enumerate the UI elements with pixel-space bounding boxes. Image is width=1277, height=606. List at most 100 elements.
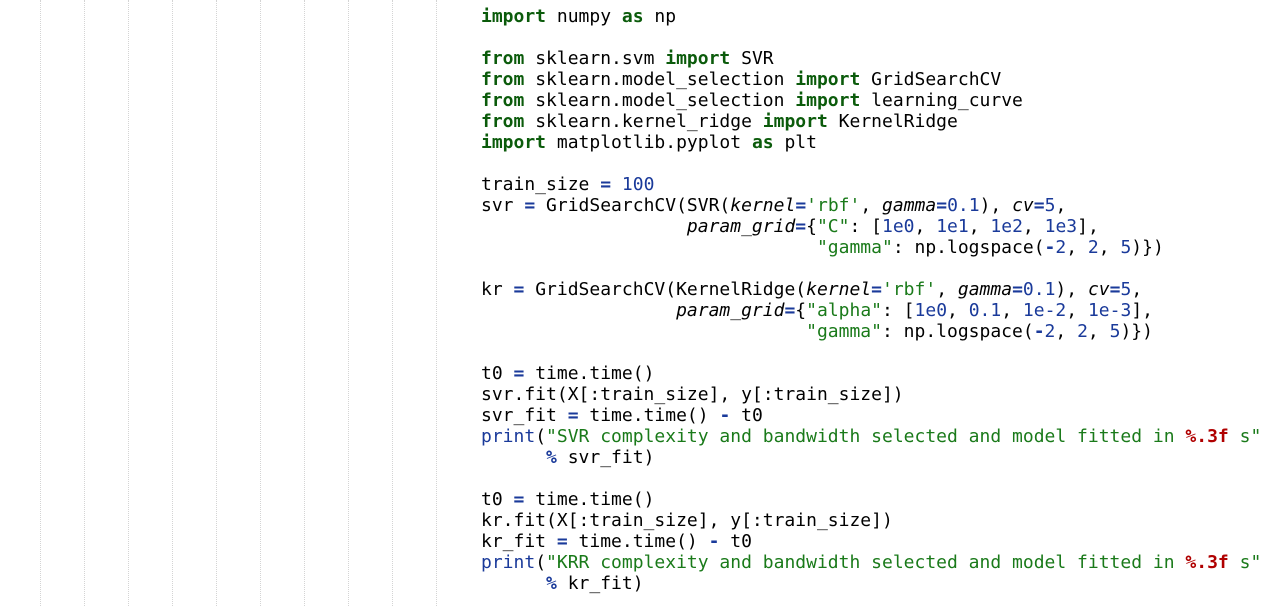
- code-line[interactable]: kr_fit = time.time() - t0: [481, 531, 1261, 552]
- code-line[interactable]: print("SVR complexity and bandwidth sele…: [481, 426, 1261, 447]
- code-token: ],: [1077, 216, 1099, 237]
- code-line[interactable]: t0 = time.time(): [481, 489, 1261, 510]
- code-line[interactable]: "gamma": np.logspace(-2, 2, 5)}): [481, 321, 1261, 342]
- code-token: 2: [1077, 321, 1088, 342]
- code-line[interactable]: [481, 153, 1261, 174]
- code-line[interactable]: kr = GridSearchCV(KernelRidge(kernel='rb…: [481, 279, 1261, 300]
- code-token: from: [481, 111, 525, 132]
- code-line[interactable]: param_grid={"alpha": [1e0, 0.1, 1e-2, 1e…: [481, 300, 1261, 321]
- code-line[interactable]: from sklearn.kernel_ridge import KernelR…: [481, 111, 1261, 132]
- code-token: sklearn.kernel_ridge: [524, 111, 763, 132]
- code-token: =: [1033, 195, 1045, 216]
- code-line[interactable]: param_grid={"C": [1e0, 1e1, 1e2, 1e3],: [481, 216, 1261, 237]
- code-token: numpy: [546, 6, 622, 27]
- code-token: ,: [914, 216, 937, 237]
- code-token: train_size: [481, 174, 601, 195]
- code-token: %.3f: [1185, 426, 1229, 447]
- code-line[interactable]: from sklearn.svm import SVR: [481, 48, 1261, 69]
- code-token: =: [795, 195, 807, 216]
- code-token: -: [719, 405, 731, 426]
- code-token: import: [795, 90, 861, 111]
- code-token: ],: [1131, 300, 1154, 321]
- code-token: "alpha": [806, 300, 882, 321]
- code-token: gamma: [882, 195, 937, 216]
- code-token: 0.1: [1022, 279, 1056, 300]
- code-token: 2: [1055, 237, 1067, 258]
- code-line[interactable]: train_size = 100: [481, 174, 1261, 195]
- code-token: 5: [1120, 279, 1132, 300]
- code-token: ,: [1055, 321, 1078, 342]
- code-token: 'rbf': [806, 195, 861, 216]
- code-token: time.time(): [524, 489, 655, 510]
- code-token: -: [1033, 321, 1045, 342]
- code-line[interactable]: svr = GridSearchCV(SVR(kernel='rbf', gam…: [481, 195, 1261, 216]
- code-line[interactable]: "gamma": np.logspace(-2, 2, 5)}): [481, 237, 1261, 258]
- code-token: import: [665, 48, 731, 69]
- code-line[interactable]: from sklearn.model_selection import Grid…: [481, 69, 1261, 90]
- code-token: sklearn.model_selection: [524, 69, 796, 90]
- code-token: =: [524, 195, 536, 216]
- code-token: kr_fit): [556, 573, 644, 594]
- code-token: 0.1: [947, 195, 980, 216]
- code-token: )}): [1120, 321, 1153, 342]
- code-line[interactable]: [481, 258, 1261, 279]
- code-token: 1e-3: [1087, 300, 1132, 321]
- code-line[interactable]: print("KRR complexity and bandwidth sele…: [481, 552, 1261, 573]
- code-token: time.time(): [578, 405, 720, 426]
- code-line[interactable]: import numpy as np: [481, 6, 1261, 27]
- code-token: import: [762, 111, 828, 132]
- code-token: ,: [1066, 237, 1088, 258]
- code-token: =: [600, 174, 612, 195]
- code-token: =: [1109, 279, 1121, 300]
- code-token: 5: [1109, 321, 1121, 342]
- code-editor[interactable]: import numpy as np from sklearn.svm impor…: [481, 6, 1261, 594]
- code-token: cv: [1087, 279, 1110, 300]
- code-line[interactable]: % kr_fit): [481, 573, 1261, 594]
- code-token: param_grid: [676, 300, 785, 321]
- code-line[interactable]: t0 = time.time(): [481, 363, 1261, 384]
- code-line[interactable]: [481, 468, 1261, 489]
- code-line[interactable]: % svr_fit): [481, 447, 1261, 468]
- code-token: ,: [1066, 300, 1088, 321]
- code-token: time.time(): [524, 363, 655, 384]
- code-token: SVR: [730, 48, 774, 69]
- code-token: print: [481, 426, 536, 447]
- indent-guide: [436, 0, 437, 606]
- code-token: t0: [730, 405, 763, 426]
- code-token: : np.logspace(: [881, 321, 1034, 342]
- code-token: =: [795, 216, 807, 237]
- code-token: -: [1044, 237, 1056, 258]
- code-token: 0.1: [968, 300, 1002, 321]
- code-line[interactable]: [481, 342, 1261, 363]
- code-token: =: [513, 489, 525, 510]
- code-token: {: [795, 300, 807, 321]
- code-token: "C": [816, 216, 850, 237]
- code-token: =: [784, 300, 796, 321]
- code-line[interactable]: [481, 27, 1261, 48]
- code-token: 5: [1120, 237, 1132, 258]
- code-line[interactable]: svr_fit = time.time() - t0: [481, 405, 1261, 426]
- code-token: ,: [860, 195, 883, 216]
- code-token: svr.fit(X[:train_size], y[:train_size]): [481, 384, 904, 405]
- code-token: ,: [947, 300, 969, 321]
- indent-guide: [128, 0, 129, 606]
- code-token: time.time(): [567, 531, 709, 552]
- code-token: %: [546, 573, 557, 594]
- code-line[interactable]: kr.fit(X[:train_size], y[:train_size]): [481, 510, 1261, 531]
- code-token: kr: [481, 279, 514, 300]
- code-line[interactable]: import matplotlib.pyplot as plt: [481, 132, 1261, 153]
- code-token: learning_curve: [860, 90, 1023, 111]
- code-line[interactable]: from sklearn.model_selection import lear…: [481, 90, 1261, 111]
- code-token: 5: [1044, 195, 1056, 216]
- code-token: ,: [968, 216, 991, 237]
- code-line[interactable]: svr.fit(X[:train_size], y[:train_size]): [481, 384, 1261, 405]
- code-token: GridSearchCV(KernelRidge(: [524, 279, 807, 300]
- code-token: from: [481, 48, 525, 69]
- code-token: param_grid: [686, 216, 796, 237]
- code-token: ,: [936, 279, 958, 300]
